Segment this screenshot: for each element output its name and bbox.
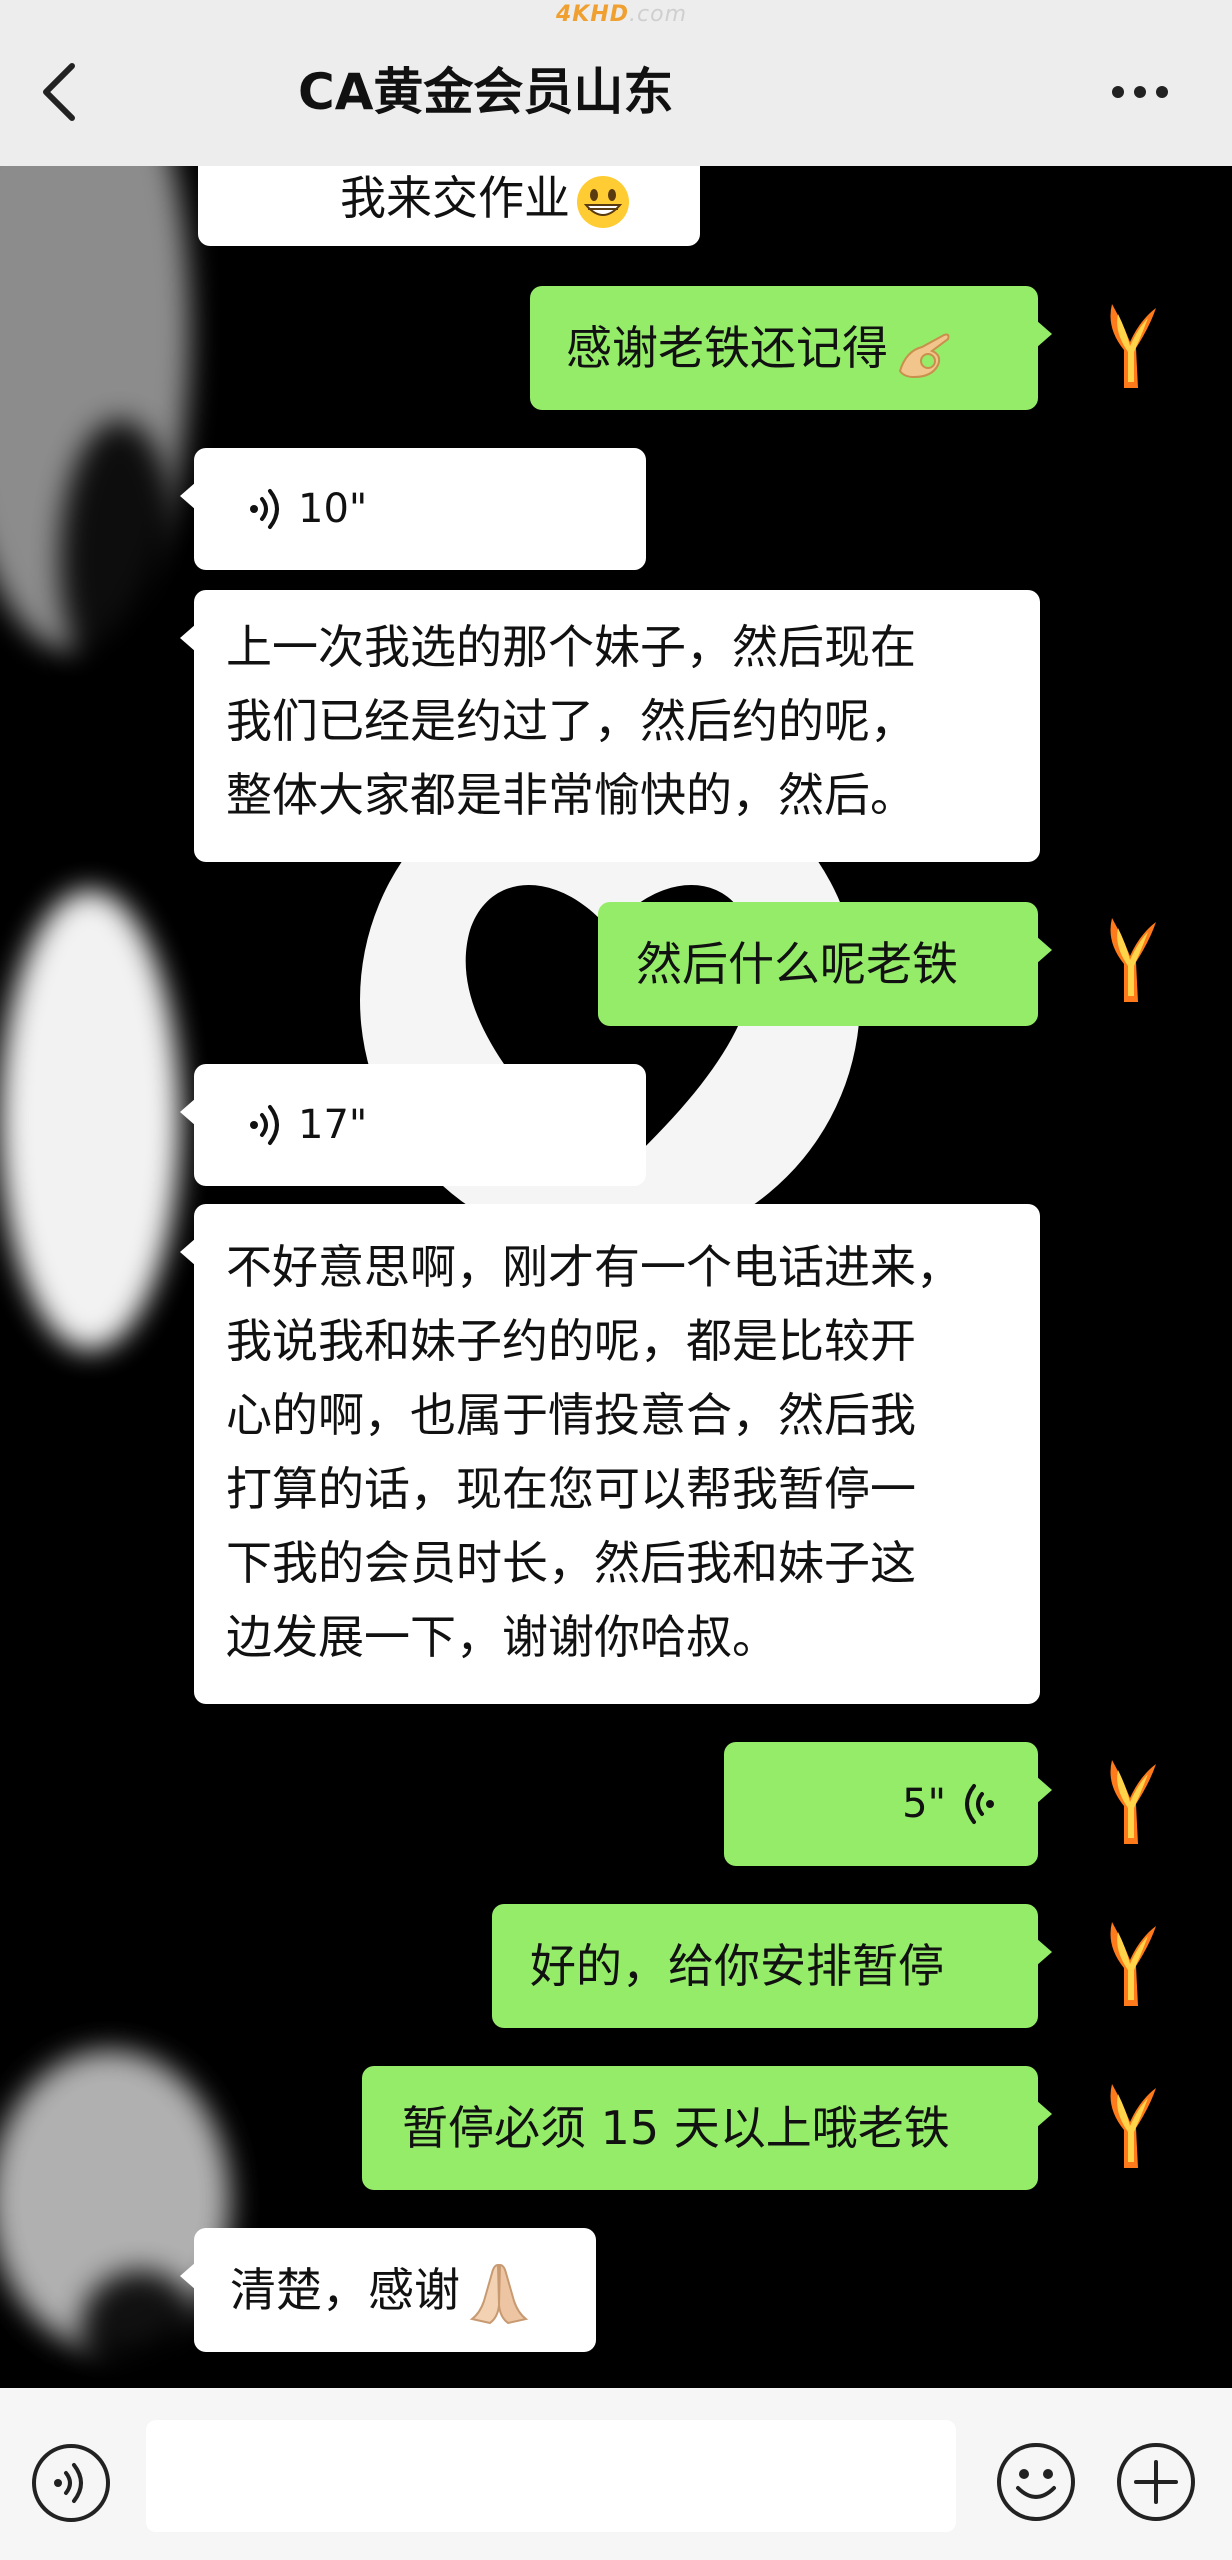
chat-title: CA黄金会员山东 [298,63,674,121]
voice-wave-icon [965,1784,994,1824]
message-input[interactable] [146,2420,956,2532]
message-text: 我来交作业 [340,171,570,225]
message-line: 整体大家都是非常愉快的，然后。 [226,768,916,822]
message-bubble-outgoing[interactable]: 好的，给你安排暂停 [492,1904,1052,2028]
voice-message-incoming[interactable]: 10" [180,448,646,570]
voice-input-toggle-icon[interactable] [30,2442,112,2524]
message-line: 我们已经是约过了，然后约的呢， [226,694,916,748]
voice-message-incoming[interactable]: 17" [180,1064,646,1186]
chevron-left-icon[interactable] [30,52,90,132]
message-bubble-outgoing[interactable]: 然后什么呢老铁 [598,902,1052,1026]
message-line: 上一次我选的那个妹子，然后现在 [226,620,916,674]
folded-hands-emoji-icon [469,2263,529,2324]
message-line: 打算的话，现在您可以帮我暂停一 [226,1462,916,1516]
avatar-me[interactable] [1078,292,1182,396]
message-line: 边发展一下，谢谢你哈叔。 [226,1610,778,1664]
message-text: 暂停必须 15 天以上哦老铁 [402,2101,950,2155]
voice-wave-icon [250,489,279,529]
voice-wave-icon [250,1105,279,1145]
message-text: 好的，给你安排暂停 [530,1939,944,1993]
flame-y-avatar-icon [1110,918,1156,1002]
message-line: 心的啊，也属于情投意合，然后我 [226,1388,916,1442]
message-line: 不好意思啊，刚才有一个电话进来， [226,1240,962,1294]
message-bubble-incoming[interactable]: 上一次我选的那个妹子，然后现在 我们已经是约过了，然后约的呢， 整体大家都是非常… [180,590,1040,862]
grinning-face-emoji-icon [577,175,629,228]
message-line: 我说我和妹子约的呢，都是比较开 [226,1314,916,1368]
message-bubble-incoming[interactable]: 清楚，感谢 [180,2228,596,2352]
voice-duration: 17" [298,1102,368,1148]
voice-message-outgoing[interactable]: 5" [724,1742,1052,1866]
avatar-me[interactable] [1078,906,1182,1010]
flame-y-avatar-icon [1110,1760,1156,1844]
avatar-me[interactable] [1078,1748,1182,1852]
avatar-me[interactable] [1078,1910,1182,2014]
more-dots-icon[interactable] [1110,70,1170,114]
watermark: 4KHD.com [556,2,688,27]
message-line: 下我的会员时长，然后我和妹子这 [226,1536,916,1590]
ok-hand-emoji-icon [898,333,950,378]
message-text: 然后什么呢老铁 [636,937,958,991]
plus-circle-icon[interactable] [1114,2440,1198,2524]
voice-duration: 10" [298,486,368,532]
voice-duration: 5" [902,1781,946,1827]
message-bubble-incoming[interactable]: 不好意思啊，刚才有一个电话进来， 我说我和妹子约的呢，都是比较开 心的啊，也属于… [180,1204,1040,1704]
emoji-smile-icon[interactable] [994,2440,1078,2524]
message-bubble-outgoing[interactable]: 暂停必须 15 天以上哦老铁 [362,2066,1052,2190]
message-text: 清楚，感谢 [230,2263,460,2317]
chat-screen: 4KHD.com CA黄金会员山东 我来交作业 感谢老铁还记得 10" 上一次我… [0,0,1232,2560]
flame-y-avatar-icon [1110,2084,1156,2168]
message-text: 感谢老铁还记得 [566,321,888,375]
message-bubble-outgoing[interactable]: 感谢老铁还记得 [530,286,1052,410]
flame-y-avatar-icon [1110,1922,1156,2006]
avatar-me[interactable] [1078,2072,1182,2176]
chat-header: 4KHD.com CA黄金会员山东 [0,0,1232,166]
flame-y-avatar-icon [1110,304,1156,388]
